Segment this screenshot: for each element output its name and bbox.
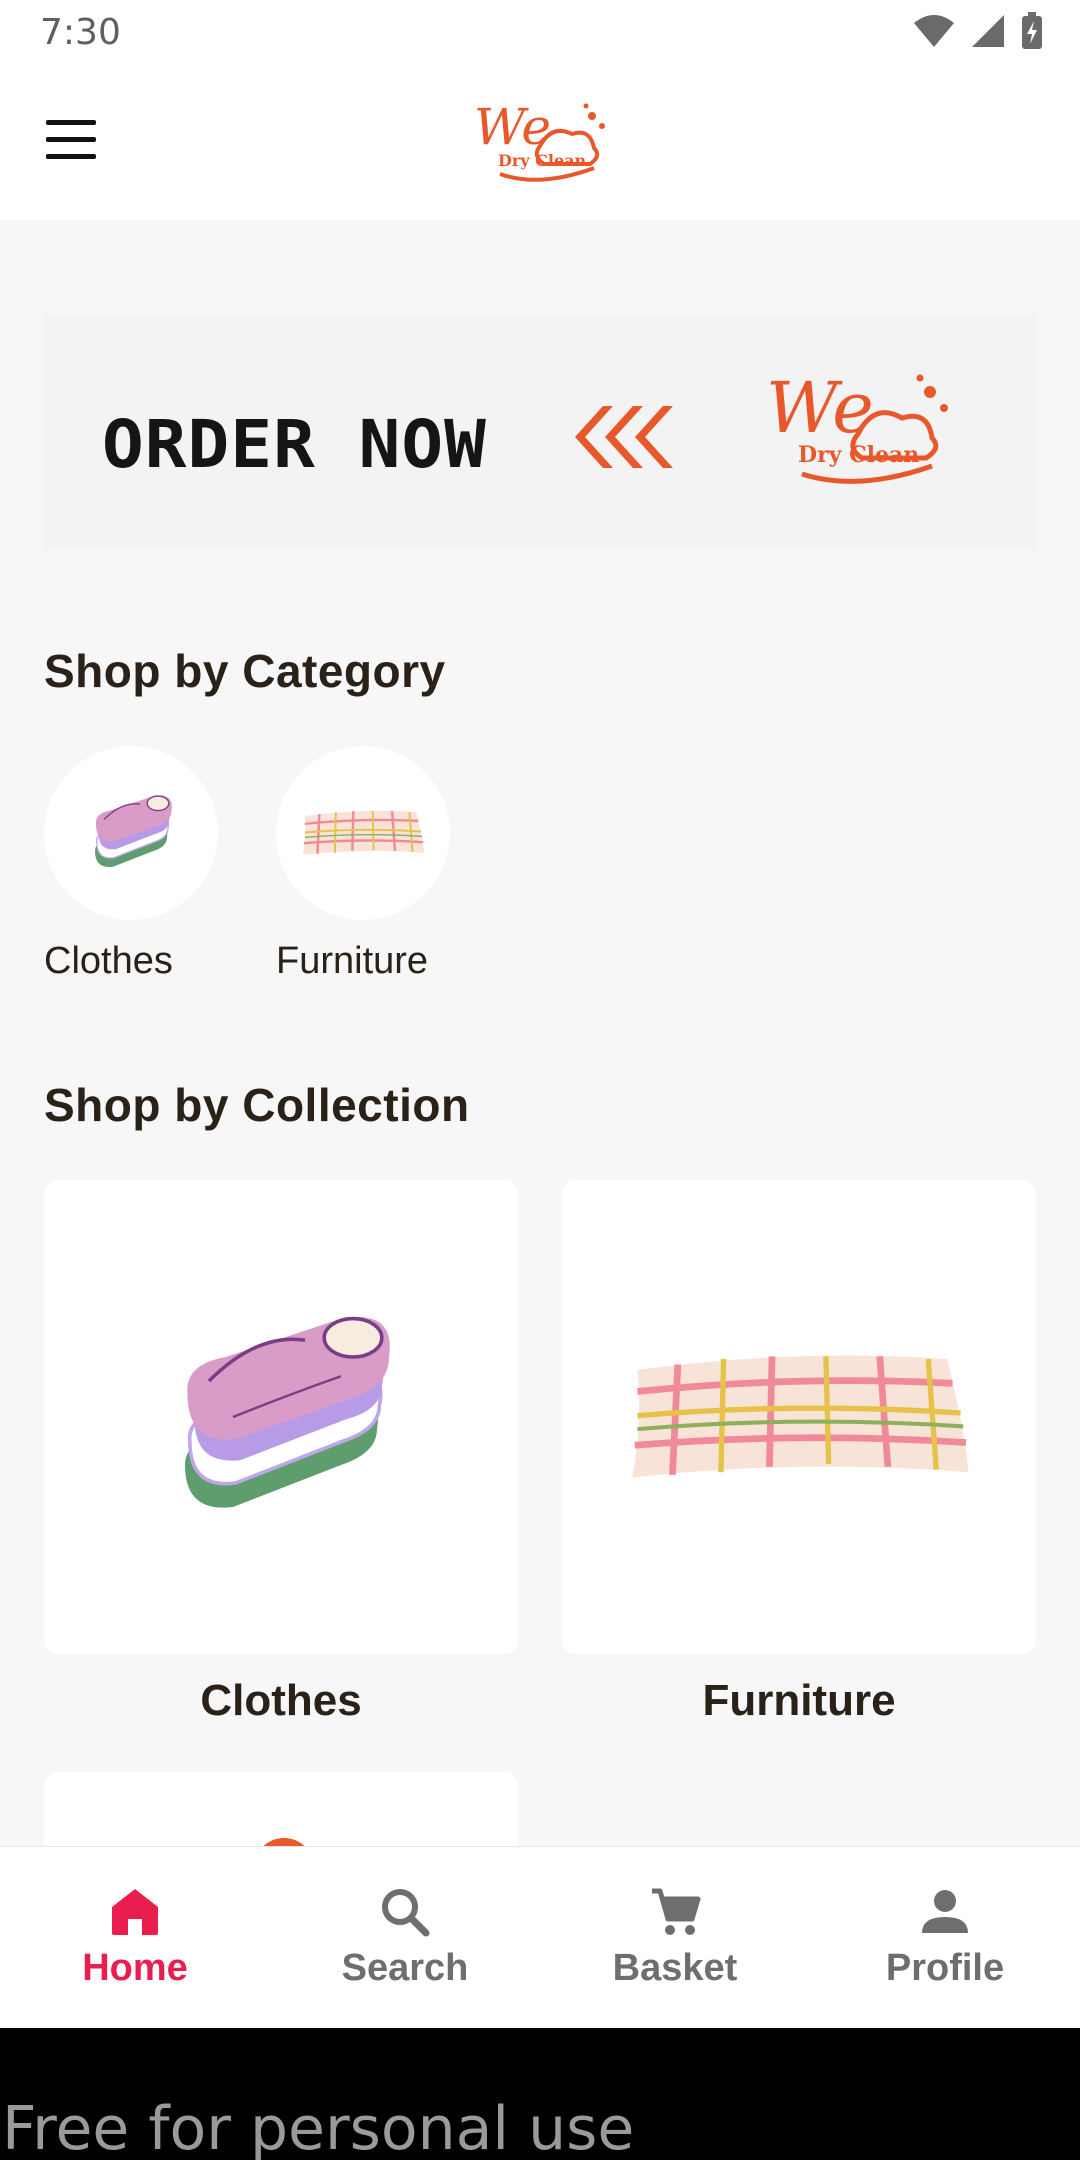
category-label: Clothes — [44, 940, 173, 982]
app-bar: We Dry Clean — [0, 66, 1080, 220]
collection-card-label: Furniture — [702, 1676, 896, 1725]
home-icon — [112, 1889, 158, 1935]
bottom-navigation: Home Search Basket Profile — [0, 1846, 1080, 2028]
svg-text:Dry Clean: Dry Clean — [798, 442, 919, 468]
category-circle — [44, 746, 218, 920]
nav-label: Profile — [885, 1947, 1005, 1989]
collection-card-label: Clothes — [200, 1676, 362, 1725]
collection-card-clothes[interactable] — [44, 1180, 518, 1654]
brand-logo: We Dry Clean — [474, 98, 605, 182]
nav-item-profile[interactable]: Profile — [810, 1847, 1080, 2028]
triple-chevron-left-icon — [575, 406, 673, 468]
hamburger-menu-icon[interactable] — [46, 120, 98, 160]
plaid-blanket-icon — [302, 810, 425, 855]
person-icon — [922, 1890, 968, 1933]
nav-item-home[interactable]: Home — [0, 1847, 270, 2028]
collection-card-furniture[interactable] — [562, 1180, 1036, 1654]
plaid-blanket-icon — [632, 1355, 969, 1478]
folded-clothes-icon — [95, 795, 172, 867]
nav-label: Search — [341, 1947, 469, 1989]
battery-charging-icon — [1022, 12, 1042, 49]
nav-item-basket[interactable]: Basket — [540, 1847, 810, 2028]
category-item-clothes[interactable]: Clothes — [44, 746, 220, 983]
collection-section-title: Shop by Collection — [44, 1079, 470, 1131]
status-bar: 7:30 — [0, 0, 1080, 66]
signal-icon — [972, 15, 1004, 47]
wifi-icon — [914, 15, 954, 47]
footer-text: Free for personal use — [2, 2094, 635, 2160]
search-icon — [382, 1889, 430, 1937]
category-circle — [276, 746, 450, 920]
category-item-furniture[interactable]: Furniture — [276, 746, 452, 983]
order-now-banner[interactable]: ORDER NOW We Dry Clean — [44, 314, 1036, 550]
nav-label: Basket — [612, 1947, 738, 1989]
footer-overlay: Free for personal use — [0, 2028, 1080, 2160]
category-section-title: Shop by Category — [44, 645, 446, 697]
folded-clothes-icon — [185, 1316, 390, 1508]
nav-item-search[interactable]: Search — [270, 1847, 540, 2028]
status-time: 7:30 — [40, 12, 121, 53]
cart-icon — [652, 1888, 701, 1935]
svg-text:Dry Clean: Dry Clean — [498, 151, 587, 170]
category-label: Furniture — [276, 940, 429, 982]
collection-card-partial[interactable] — [44, 1772, 518, 1852]
banner-text: ORDER NOW — [102, 406, 487, 483]
status-icons — [912, 12, 1044, 50]
banner-brand-logo: We Dry Clean — [766, 367, 948, 484]
nav-label: Home — [82, 1947, 188, 1989]
